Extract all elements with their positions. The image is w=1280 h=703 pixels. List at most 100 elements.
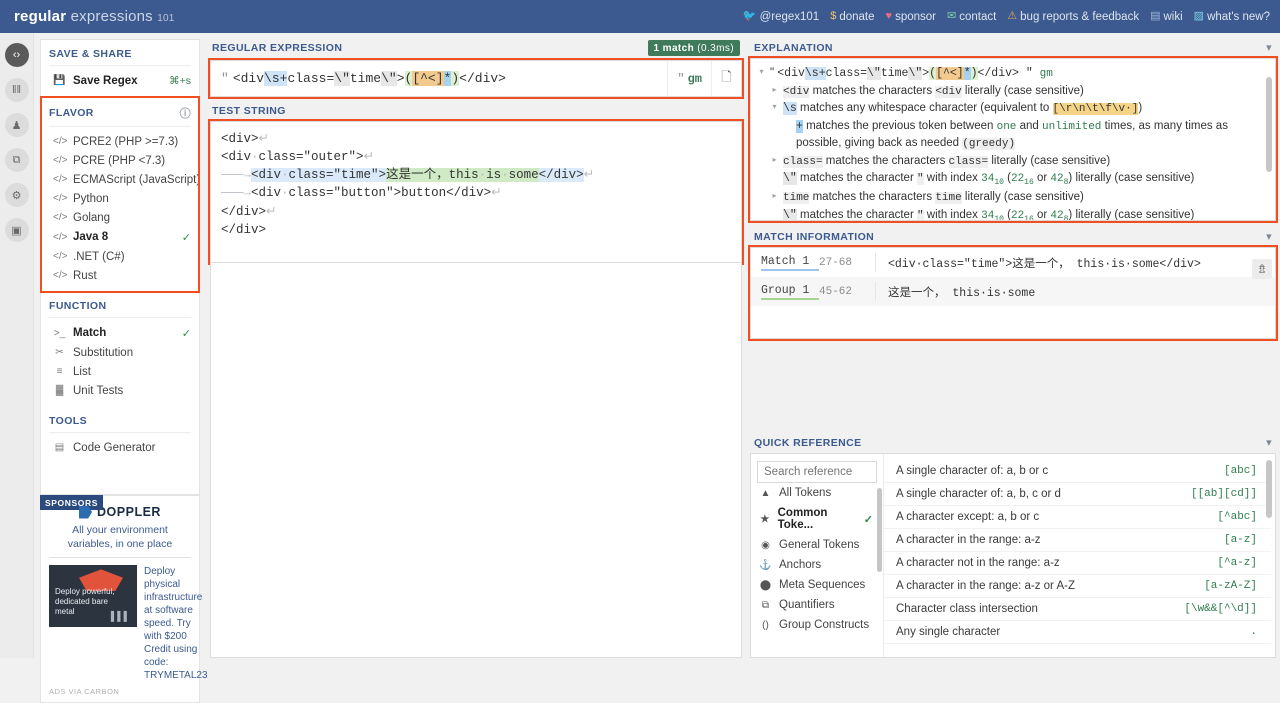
code-icon: </> [53, 174, 68, 185]
test-string-segment: ↵ [491, 186, 502, 201]
test-string-segment: </div> [221, 204, 267, 219]
test-string-input[interactable]: <div>↵ <div·class="outer">↵ ———→<div·class… [208, 119, 744, 265]
settings-icon[interactable]: ⚙ [4, 183, 29, 207]
top-nav-contact[interactable]: ✉ contact [947, 11, 996, 23]
qr-category-meta-sequences[interactable]: ⬤ Meta Sequences [757, 575, 877, 595]
explanation-token: class= [783, 155, 823, 168]
qr-category-general-tokens[interactable]: ◉ General Tokens [757, 535, 877, 555]
flavor-item-java-8[interactable]: </> Java 8 ✓ [41, 227, 199, 247]
tools-header: TOOLS [41, 407, 199, 432]
explanation-text-run: or [1033, 208, 1051, 221]
explanation-token: unlimited [1042, 120, 1102, 133]
flags-value: gm [687, 71, 702, 86]
function-item-unit-tests[interactable]: ▓ Unit Tests [41, 381, 199, 400]
code-icon: </> [53, 212, 68, 223]
divider [875, 282, 876, 301]
explanation-text-run: matches the character [796, 208, 917, 221]
explanation-line-div[interactable]: ▸ <div matches the characters <div litera… [757, 83, 1267, 101]
qr-category-group-constructs[interactable]: () Group Constructs [757, 615, 877, 635]
regex-flags[interactable]: " gm [667, 61, 711, 96]
function-item-substitution[interactable]: ✂ Substitution [41, 343, 199, 362]
reference-row[interactable]: Character class intersection [\w&&[^\d]] [884, 598, 1271, 621]
quick-reference-title: QUICK REFERENCE [754, 436, 862, 449]
tools-item-code-generator[interactable]: ▤ Code Generator [41, 438, 199, 457]
disclosure-triangle-icon[interactable]: ▸ [770, 153, 779, 167]
copy-icon[interactable]: 🗋 [711, 61, 741, 96]
flavor-item--net-c-[interactable]: </> .NET (C#) [41, 247, 199, 266]
explanation-root-line[interactable]: ▾ " <div\s+class=\"time\">([^<]*)</div> … [757, 65, 1267, 83]
chevron-down-icon[interactable]: ▾ [1266, 230, 1272, 243]
ad-block[interactable]: Deploy powerful, dedicated bare metal ▌▌… [41, 558, 208, 684]
flavor-item-pcre-php-7-3-[interactable]: </> PCRE (PHP <7.3) [41, 151, 199, 170]
match-row[interactable]: Group 1 45-62 这是一个， this·is·some [751, 277, 1275, 306]
function-item-list[interactable]: ≡ List [41, 362, 199, 381]
qr-category-label: Quantifiers [779, 599, 835, 611]
explanation-line-quote-1[interactable]: \" matches the character " with index 34… [757, 170, 1267, 189]
explanation-token: time [880, 67, 909, 80]
function-item-label: Unit Tests [73, 384, 124, 397]
explanation-text-run: with index [923, 208, 982, 221]
reference-row[interactable]: A character not in the range: a-z [^a-z] [884, 552, 1271, 575]
sponsor-card[interactable]: SPONSORS DOPPLER All your environment va… [40, 495, 208, 703]
test-string-segment: this [448, 168, 479, 183]
explanation-text-run: matches the characters [822, 154, 949, 167]
regex-input-wrapper[interactable]: " <div\s+class=\"time\">([^<]*)</div> " … [208, 58, 744, 99]
disclosure-triangle-icon[interactable]: ▸ [770, 83, 779, 97]
site-logo[interactable]: regular expressions 101 [14, 8, 175, 25]
disclosure-triangle-icon[interactable]: ▸ [770, 189, 779, 203]
explanation-line-quote-2[interactable]: \" matches the character " with index 34… [757, 207, 1267, 221]
function-item-match[interactable]: >_ Match ✓ [41, 323, 199, 343]
test-string-segment: ↵ [583, 168, 595, 183]
sponsors-badge: SPONSORS [40, 495, 103, 510]
test-string-segment: · [478, 168, 487, 183]
disclosure-triangle-icon[interactable]: ▾ [757, 65, 766, 79]
cheatsheet-icon[interactable]: ⧉ [4, 148, 29, 172]
top-nav-what-s-new-[interactable]: ▨ what's new? [1194, 11, 1270, 23]
qr-category-all-tokens[interactable]: ▲ All Tokens [757, 483, 877, 503]
save-item-save-regex[interactable]: 💾 Save Regex ⌘+s [41, 71, 199, 90]
test-string-segment: ↵ [363, 150, 375, 165]
flavor-item-rust[interactable]: </> Rust [41, 266, 199, 285]
reference-row[interactable]: Any single character. [884, 621, 1271, 644]
regex-pattern[interactable]: <div\s+class=\"time\">([^<]*)</div> [233, 71, 506, 86]
top-nav-donate[interactable]: $ donate [830, 11, 874, 23]
explanation-line-whitespace[interactable]: ▾ \s matches any whitespace character (eq… [757, 100, 1267, 118]
export-icon[interactable]: ⇯ [1252, 259, 1272, 279]
explanation-scrollbar[interactable] [1266, 77, 1272, 172]
explanation-line-time[interactable]: ▸ time matches the characters time litera… [757, 189, 1267, 207]
flavor-item-golang[interactable]: </> Golang [41, 208, 199, 227]
reference-scrollbar[interactable] [1266, 460, 1272, 518]
chevron-down-icon[interactable]: ▾ [1266, 436, 1272, 449]
reference-row[interactable]: A character in the range: a-z or A-Z [a-z… [884, 575, 1271, 598]
flavor-item-python[interactable]: </> Python [41, 189, 199, 208]
disclosure-triangle-icon[interactable]: ▾ [770, 100, 779, 114]
search-reference-input[interactable] [757, 461, 877, 483]
top-nav-bug-reports-feedback[interactable]: ⚠ bug reports & feedback [1007, 11, 1139, 23]
match-row[interactable]: Match 1 27-68 <div·class="time">这是一个， this… [751, 248, 1275, 277]
category-scrollbar[interactable] [877, 488, 882, 572]
explanation-line-class[interactable]: ▸ class= matches the characters class= li… [757, 153, 1267, 171]
reference-row[interactable]: A single character of: a, b or c [abc] [884, 460, 1271, 483]
reference-row[interactable]: A character in the range: a-z [a-z] [884, 529, 1271, 552]
chevron-down-icon[interactable]: ▾ [1266, 41, 1272, 54]
top-nav--regex101[interactable]: 🐦 @regex101 [743, 11, 819, 23]
function-title: FUNCTION [49, 300, 107, 312]
qr-category-quantifiers[interactable]: ⧉ Quantifiers [757, 595, 877, 615]
qr-category-anchors[interactable]: ⚓ Anchors [757, 555, 877, 575]
flavor-item-ecmascript-javascript-[interactable]: </> ECMAScript (JavaScript) [41, 170, 200, 189]
reference-row[interactable]: A single character of: a, b, c or d [[ab]… [884, 483, 1271, 506]
reference-row[interactable]: A character except: a, b or c [^abc] [884, 506, 1271, 529]
explanation-text-run: with index [923, 172, 982, 184]
help-icon[interactable]: ⓘ [180, 105, 191, 121]
top-nav-wiki[interactable]: ▤ wiki [1150, 11, 1183, 23]
flavor-item-pcre2-php-7-3-[interactable]: </> PCRE2 (PHP >=7.3) [41, 132, 199, 151]
community-icon[interactable]: ▣ [4, 218, 29, 242]
qr-category-common-toke-[interactable]: ★ Common Toke... ✓ [757, 503, 877, 535]
regex-input[interactable]: " <div\s+class=\"time\">([^<]*)</div> [211, 61, 667, 96]
explanation-token: [^<] [936, 67, 964, 80]
top-nav-sponsor[interactable]: ♥ sponsor [886, 11, 936, 23]
library-icon[interactable]: ‖‖ [4, 78, 29, 102]
explanation-line-plus[interactable]: + matches the previous token between one… [757, 118, 1267, 153]
editor-icon[interactable]: ‹› [4, 43, 29, 67]
account-icon[interactable]: ♟ [4, 113, 29, 137]
